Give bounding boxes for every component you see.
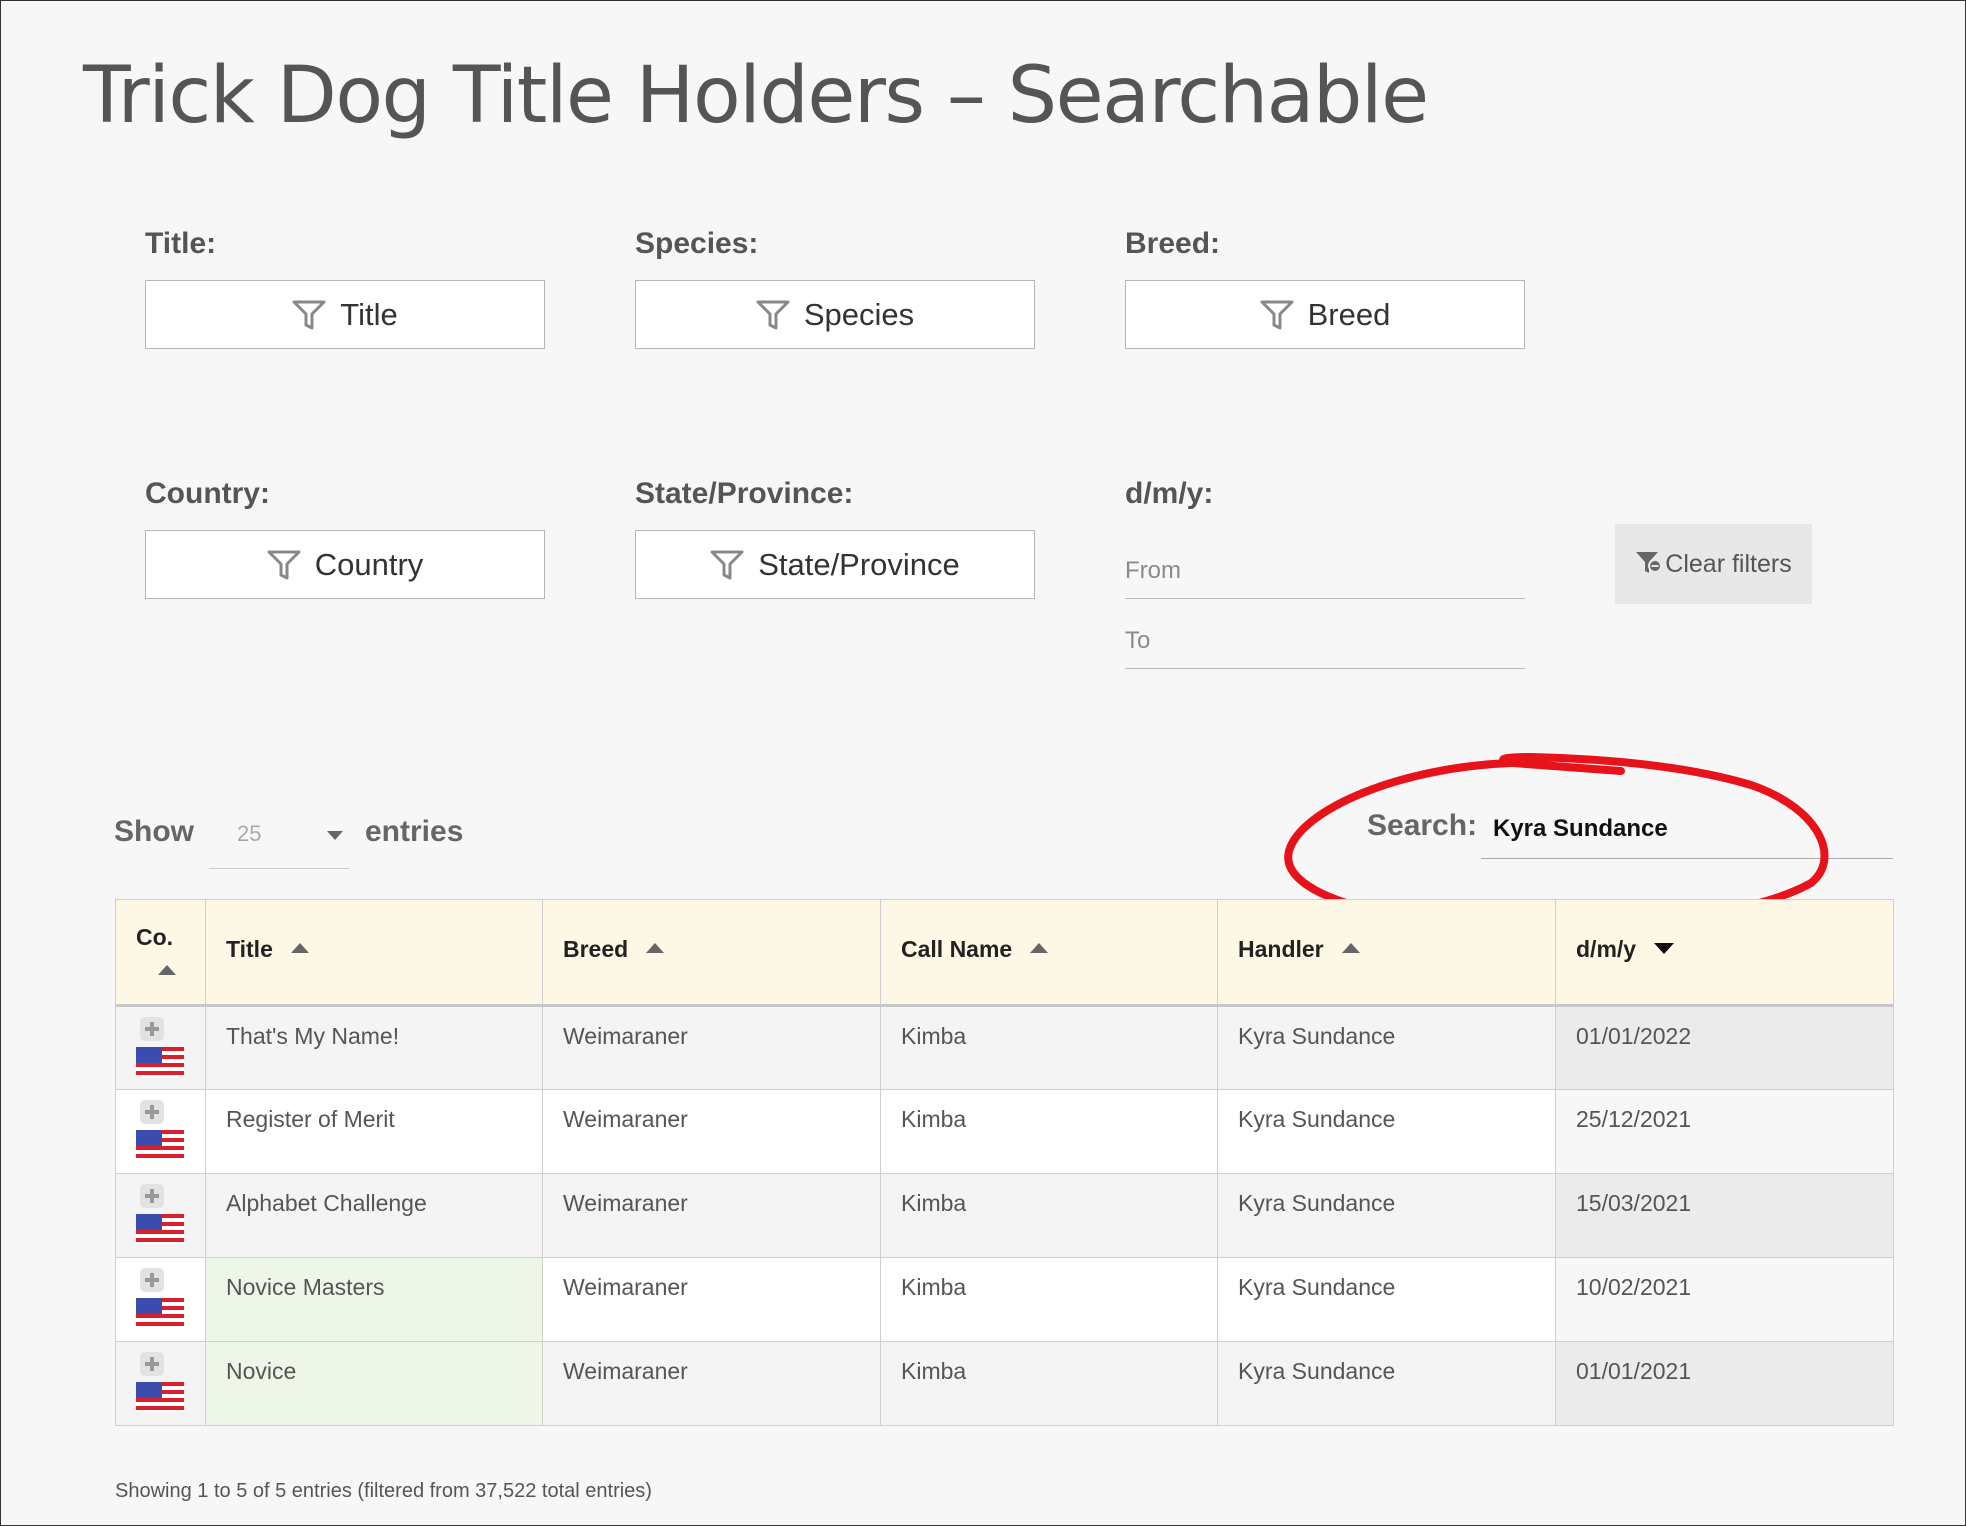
- expand-plus-icon[interactable]: [140, 1184, 164, 1208]
- column-header-country[interactable]: Co.: [115, 899, 206, 1007]
- call-name-cell: Kimba: [880, 1341, 1218, 1426]
- expand-plus-icon[interactable]: [140, 1100, 164, 1124]
- chevron-down-icon: [327, 831, 343, 840]
- sort-ascending-icon: [290, 943, 309, 953]
- breed-cell: Weimaraner: [542, 1257, 881, 1342]
- table-row: That's My Name! Weimaraner Kimba Kyra Su…: [115, 1005, 1894, 1090]
- funnel-icon: [756, 300, 790, 329]
- breed-filter-label: Breed:: [1125, 227, 1221, 260]
- us-flag-icon: [136, 1298, 184, 1328]
- handler-cell: Kyra Sundance: [1217, 1089, 1556, 1174]
- species-filter-button[interactable]: Species: [635, 280, 1035, 349]
- species-filter-text: Species: [803, 296, 915, 332]
- species-filter-label: Species:: [635, 227, 759, 260]
- entries-label: entries: [365, 815, 464, 848]
- date-from-input[interactable]: From: [1125, 541, 1525, 599]
- title-cell: Novice: [205, 1341, 543, 1426]
- country-filter-label: Country:: [145, 477, 270, 510]
- show-label: Show: [114, 815, 194, 848]
- sort-ascending-icon: [1030, 943, 1049, 953]
- expand-plus-icon[interactable]: [140, 1352, 164, 1376]
- date-to-input[interactable]: To: [1125, 611, 1525, 669]
- expand-plus-icon[interactable]: [140, 1017, 164, 1041]
- date-cell: 10/02/2021: [1555, 1257, 1894, 1342]
- column-header-title[interactable]: Title: [205, 899, 543, 1007]
- call-name-cell: Kimba: [880, 1005, 1218, 1090]
- sort-descending-icon: [1654, 943, 1675, 954]
- funnel-icon: [267, 550, 301, 579]
- country-filter-button[interactable]: Country: [145, 530, 545, 599]
- title-filter-text: Title: [340, 296, 398, 332]
- handler-cell: Kyra Sundance: [1217, 1341, 1556, 1426]
- handler-cell: Kyra Sundance: [1217, 1173, 1556, 1258]
- funnel-icon: [1260, 300, 1294, 329]
- entries-length-select[interactable]: 25: [209, 813, 349, 869]
- breed-cell: Weimaraner: [542, 1173, 881, 1258]
- country-cell: [115, 1341, 206, 1426]
- title-filter-label: Title:: [145, 227, 217, 260]
- title-filter-button[interactable]: Title: [145, 280, 545, 349]
- breed-filter-button[interactable]: Breed: [1125, 280, 1525, 349]
- page-title: Trick Dog Title Holders – Searchable: [83, 51, 1429, 141]
- table-row: Novice Masters Weimaraner Kimba Kyra Sun…: [115, 1257, 1894, 1342]
- state-filter-button[interactable]: State/Province: [635, 530, 1035, 599]
- funnel-icon: [710, 550, 744, 579]
- date-cell: 01/01/2021: [1555, 1341, 1894, 1426]
- breed-cell: Weimaraner: [542, 1089, 881, 1174]
- sort-ascending-icon: [646, 943, 665, 953]
- handler-cell: Kyra Sundance: [1217, 1005, 1556, 1090]
- entries-length-value: 25: [237, 821, 262, 846]
- clear-filters-label: Clear filters: [1665, 549, 1792, 578]
- call-name-cell: Kimba: [880, 1089, 1218, 1174]
- funnel-clear-icon: [1636, 552, 1663, 573]
- state-filter-label: State/Province:: [635, 477, 854, 510]
- sort-ascending-icon: [158, 965, 176, 975]
- country-cell: [115, 1257, 206, 1342]
- column-header-call-name[interactable]: Call Name: [880, 899, 1218, 1007]
- sort-ascending-icon: [1341, 943, 1360, 953]
- title-cell: Register of Merit: [205, 1089, 543, 1174]
- country-cell: [115, 1173, 206, 1258]
- title-holders-table: Co. Title Breed Call Name Handler d/m/y …: [115, 899, 1894, 1426]
- date-cell: 15/03/2021: [1555, 1173, 1894, 1258]
- table-row: Alphabet Challenge Weimaraner Kimba Kyra…: [115, 1173, 1894, 1258]
- call-name-cell: Kimba: [880, 1257, 1218, 1342]
- state-filter-text: State/Province: [758, 546, 960, 582]
- column-header-handler[interactable]: Handler: [1217, 899, 1556, 1007]
- table-info: Showing 1 to 5 of 5 entries (filtered fr…: [115, 1480, 652, 1502]
- breed-cell: Weimaraner: [542, 1341, 881, 1426]
- breed-cell: Weimaraner: [542, 1005, 881, 1090]
- funnel-icon: [292, 300, 326, 329]
- date-cell: 25/12/2021: [1555, 1089, 1894, 1174]
- title-cell: Novice Masters: [205, 1257, 543, 1342]
- date-cell: 01/01/2022: [1555, 1005, 1894, 1090]
- us-flag-icon: [136, 1130, 184, 1160]
- breed-filter-text: Breed: [1307, 296, 1391, 332]
- expand-plus-icon[interactable]: [140, 1268, 164, 1292]
- handler-cell: Kyra Sundance: [1217, 1257, 1556, 1342]
- country-cell: [115, 1005, 206, 1090]
- us-flag-icon: [136, 1047, 184, 1077]
- column-header-breed[interactable]: Breed: [542, 899, 881, 1007]
- clear-filters-button[interactable]: Clear filters: [1615, 524, 1812, 604]
- column-header-date[interactable]: d/m/y: [1555, 899, 1894, 1007]
- date-filter-label: d/m/y:: [1125, 477, 1214, 510]
- us-flag-icon: [136, 1214, 184, 1244]
- us-flag-icon: [136, 1382, 184, 1412]
- country-filter-text: Country: [314, 546, 424, 582]
- title-cell: Alphabet Challenge: [205, 1173, 543, 1258]
- table-row: Register of Merit Weimaraner Kimba Kyra …: [115, 1089, 1894, 1174]
- table-row: Novice Weimaraner Kimba Kyra Sundance 01…: [115, 1341, 1894, 1426]
- call-name-cell: Kimba: [880, 1173, 1218, 1258]
- title-cell: That's My Name!: [205, 1005, 543, 1090]
- country-cell: [115, 1089, 206, 1174]
